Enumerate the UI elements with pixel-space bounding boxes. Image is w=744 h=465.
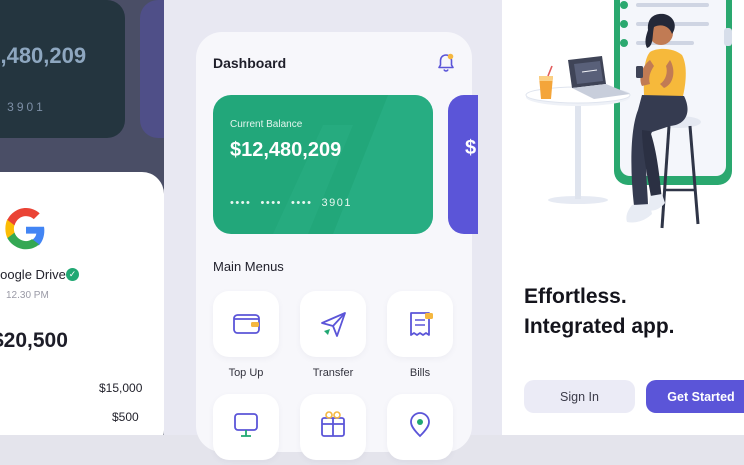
- headline-line-2: Integrated app.: [524, 315, 675, 338]
- transfer-button[interactable]: [300, 291, 366, 357]
- sign-in-button[interactable]: Sign In: [524, 380, 635, 413]
- drive-time: 12.30 PM: [6, 290, 49, 301]
- notification-bell-icon[interactable]: [436, 52, 456, 74]
- drive-name: Google Drive: [0, 267, 66, 282]
- woman-with-laptop-illustration: [525, 0, 732, 229]
- next-card-amount: $: [465, 137, 477, 159]
- balance-amount: $12,480,209: [230, 139, 342, 161]
- balance-card[interactable]: Current Balance $12,480,209 •••• •••• ••…: [213, 95, 433, 234]
- transfer-label: Transfer: [312, 367, 354, 379]
- transaction-amount-2: $500: [112, 410, 139, 424]
- location-menu-button[interactable]: [387, 394, 453, 460]
- top-up-label: Top Up: [228, 367, 264, 379]
- balance-label: Current Balance: [230, 119, 303, 130]
- bills-button[interactable]: [387, 291, 453, 357]
- monitor-menu-button[interactable]: [213, 394, 279, 460]
- onboarding-screen: Effortless. Integrated app. Sign In Get …: [502, 0, 744, 435]
- gift-icon: [321, 411, 345, 437]
- blurred-card-amount: 12,480,209: [0, 43, 87, 68]
- get-started-button[interactable]: Get Started: [646, 380, 744, 413]
- top-up-button[interactable]: [213, 291, 279, 357]
- dashboard-screen: Dashboard Current Balance $12,480,209 ••…: [196, 32, 478, 460]
- main-menus-heading: Main Menus: [213, 259, 284, 274]
- drive-amount: $20,500: [0, 329, 68, 352]
- page-title: Dashboard: [213, 55, 287, 71]
- card-decoration: [273, 95, 433, 234]
- bills-label: Bills: [409, 367, 431, 379]
- send-plane-icon: [321, 312, 346, 337]
- wallet-icon: [233, 314, 260, 334]
- left-app-panel: 12,480,209 •••• 3901 Google Drive ✓ 12.3…: [0, 0, 164, 435]
- next-card-peek[interactable]: $: [448, 95, 478, 234]
- location-pin-icon: [410, 412, 430, 438]
- monitor-icon: [234, 413, 258, 437]
- receipt-icon: [410, 312, 433, 336]
- verified-badge-icon: ✓: [66, 268, 79, 281]
- blurred-balance-card: 12,480,209 •••• 3901: [0, 0, 125, 138]
- transaction-amount-1: $15,000: [99, 381, 143, 395]
- google-logo-icon: [5, 208, 45, 250]
- headline-line-1: Effortless.: [524, 285, 627, 308]
- card-number: •••• •••• •••• 3901: [230, 197, 353, 209]
- blurred-secondary-card: [140, 0, 164, 138]
- blurred-card-dots: •••• 3901: [0, 100, 46, 114]
- gift-menu-button[interactable]: [300, 394, 366, 460]
